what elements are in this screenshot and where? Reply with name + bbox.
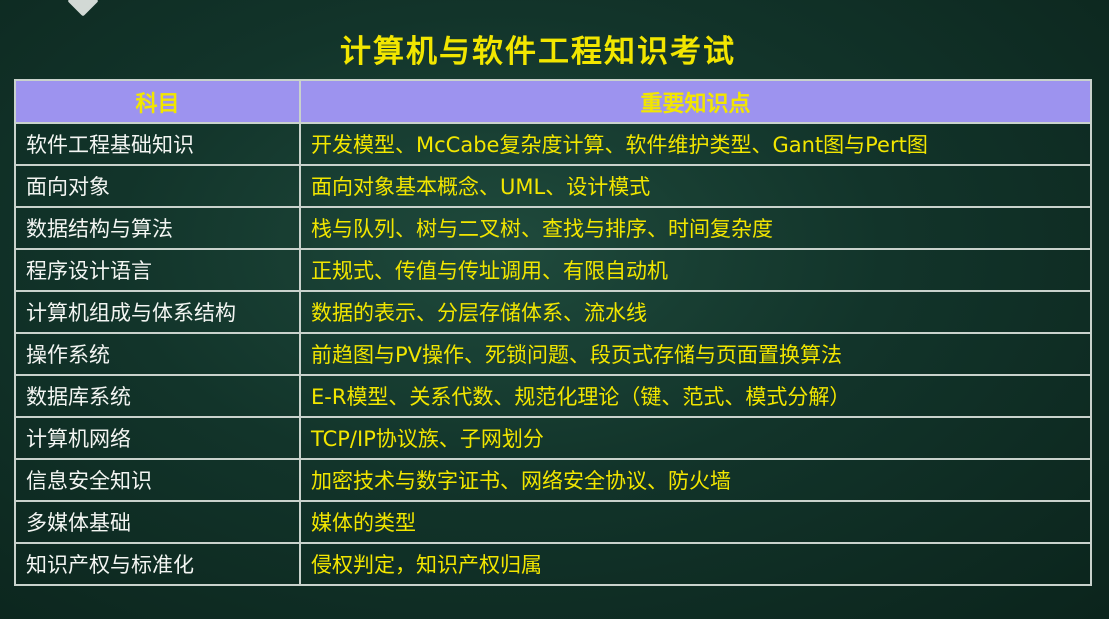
subject-cell: 程序设计语言 <box>14 248 301 292</box>
table-row: 软件工程基础知识 开发模型、McCabe复杂度计算、软件维护类型、Gant图与P… <box>14 122 1092 166</box>
knowledge-table: 科目 重要知识点 软件工程基础知识 开发模型、McCabe复杂度计算、软件维护类… <box>14 79 1092 586</box>
subject-cell: 数据库系统 <box>14 374 301 418</box>
slide-title: 计算机与软件工程知识考试 <box>340 34 736 70</box>
points-cell: 栈与队列、树与二叉树、查找与排序、时间复杂度 <box>299 206 1092 250</box>
points-cell: TCP/IP协议族、子网划分 <box>299 416 1092 460</box>
subject-cell: 计算机组成与体系结构 <box>14 290 301 334</box>
points-cell: 开发模型、McCabe复杂度计算、软件维护类型、Gant图与Pert图 <box>299 122 1092 166</box>
table-row: 计算机组成与体系结构 数据的表示、分层存储体系、流水线 <box>14 290 1092 334</box>
subject-cell: 软件工程基础知识 <box>14 122 301 166</box>
table-row: 程序设计语言 正规式、传值与传址调用、有限自动机 <box>14 248 1092 292</box>
header-key-points: 重要知识点 <box>299 79 1092 124</box>
table-row: 知识产权与标准化 侵权判定，知识产权归属 <box>14 542 1092 586</box>
subject-cell: 信息安全知识 <box>14 458 301 502</box>
points-cell: E-R模型、关系代数、规范化理论（键、范式、模式分解） <box>299 374 1092 418</box>
points-cell: 数据的表示、分层存储体系、流水线 <box>299 290 1092 334</box>
subject-cell: 知识产权与标准化 <box>14 542 301 586</box>
table-row: 数据结构与算法 栈与队列、树与二叉树、查找与排序、时间复杂度 <box>14 206 1092 250</box>
table-header-row: 科目 重要知识点 <box>14 79 1092 124</box>
table-row: 面向对象 面向对象基本概念、UML、设计模式 <box>14 164 1092 208</box>
subject-cell: 多媒体基础 <box>14 500 301 544</box>
points-cell: 侵权判定，知识产权归属 <box>299 542 1092 586</box>
subject-cell: 面向对象 <box>14 164 301 208</box>
header-subject: 科目 <box>14 79 301 124</box>
table-row: 计算机网络 TCP/IP协议族、子网划分 <box>14 416 1092 460</box>
subject-cell: 操作系统 <box>14 332 301 376</box>
arrow-corner-icon <box>67 0 99 17</box>
points-cell: 媒体的类型 <box>299 500 1092 544</box>
points-cell: 前趋图与PV操作、死锁问题、段页式存储与页面置换算法 <box>299 332 1092 376</box>
table-row: 多媒体基础 媒体的类型 <box>14 500 1092 544</box>
points-cell: 正规式、传值与传址调用、有限自动机 <box>299 248 1092 292</box>
table-row: 信息安全知识 加密技术与数字证书、网络安全协议、防火墙 <box>14 458 1092 502</box>
points-cell: 面向对象基本概念、UML、设计模式 <box>299 164 1092 208</box>
points-cell: 加密技术与数字证书、网络安全协议、防火墙 <box>299 458 1092 502</box>
subject-cell: 数据结构与算法 <box>14 206 301 250</box>
table-row: 操作系统 前趋图与PV操作、死锁问题、段页式存储与页面置换算法 <box>14 332 1092 376</box>
table-row: 数据库系统 E-R模型、关系代数、规范化理论（键、范式、模式分解） <box>14 374 1092 418</box>
subject-cell: 计算机网络 <box>14 416 301 460</box>
